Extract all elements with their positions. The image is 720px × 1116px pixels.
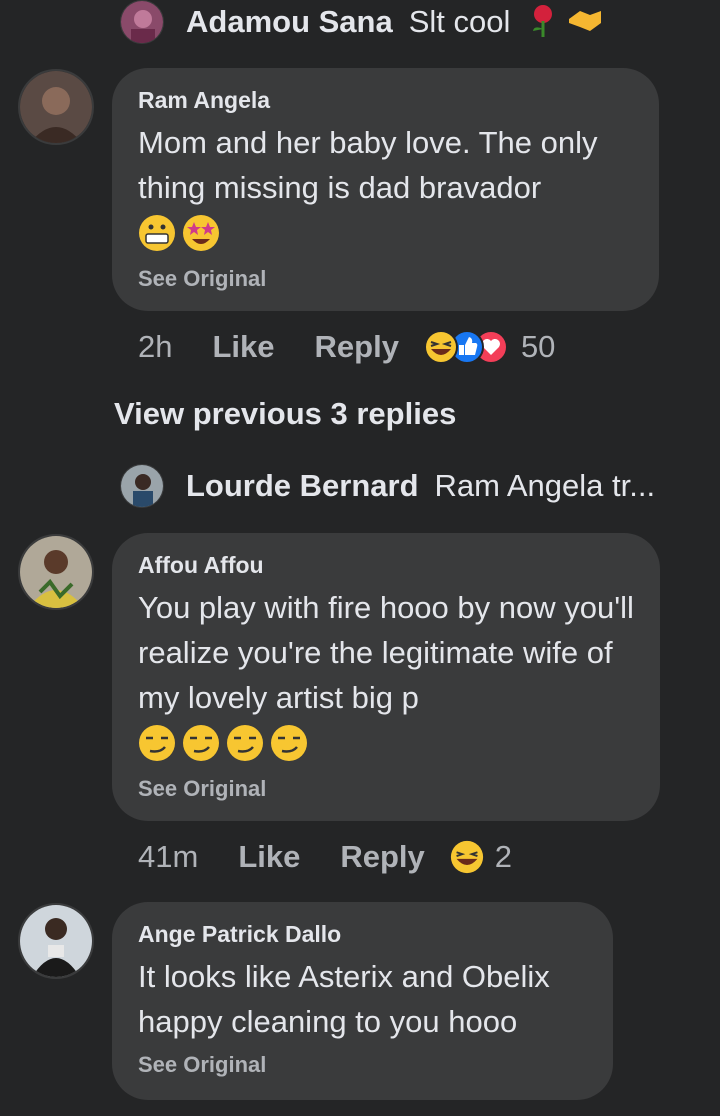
collapsed-reply-mid[interactable]: Lourde Bernard Ram Angela tr... [120, 463, 655, 509]
comment-text: Mom and her baby love. The only thing mi… [138, 125, 598, 205]
comment-bubble: Ange Patrick Dallo It looks like Asterix… [112, 902, 613, 1100]
avatar[interactable] [18, 69, 94, 145]
comment-author[interactable]: Ram Angela [138, 86, 633, 114]
comment-meta: 2h Like Reply 50 [138, 327, 555, 367]
reactions[interactable]: 50 [423, 328, 555, 366]
comment-time: 2h [138, 329, 173, 364]
comment-bubble: Ram Angela Mom and her baby love. The on… [112, 68, 659, 311]
avatar[interactable] [18, 534, 94, 610]
comment-bubble: Affou Affou You play with fire hooo by n… [112, 533, 660, 821]
like-button[interactable]: Like [238, 839, 300, 875]
see-original-link[interactable]: See Original [138, 776, 634, 802]
grimace-icon [139, 215, 175, 251]
star-struck-icon [183, 215, 219, 251]
avatar[interactable] [120, 0, 164, 44]
reply-button[interactable]: Reply [315, 329, 399, 365]
like-button[interactable]: Like [212, 329, 274, 365]
smirk-icon [183, 725, 219, 761]
handshake-icon [566, 1, 604, 44]
see-original-link[interactable]: See Original [138, 266, 633, 292]
haha-icon [423, 330, 458, 364]
rose-icon [524, 1, 562, 44]
see-original-link[interactable]: See Original [138, 1052, 587, 1078]
smirk-icon [227, 725, 263, 761]
commenter-name[interactable]: Lourde Bernard [186, 468, 419, 504]
avatar[interactable] [18, 903, 94, 979]
comment-time: 41m [138, 839, 199, 874]
smirk-icon [139, 725, 175, 761]
commenter-name[interactable]: Adamou Sana [186, 4, 393, 40]
comment-emojis [138, 214, 633, 252]
view-previous-replies-link[interactable]: View previous 3 replies [114, 396, 456, 432]
comment-author[interactable]: Ange Patrick Dallo [138, 920, 587, 948]
reply-preview-text: Slt cool [408, 4, 511, 39]
comment-text: You play with fire hooo by now you'll re… [138, 590, 634, 715]
reaction-count: 2 [494, 839, 513, 874]
comment-emojis [138, 724, 634, 762]
comment-author[interactable]: Affou Affou [138, 551, 634, 579]
haha-icon [450, 840, 483, 874]
collapsed-reply-top[interactable]: Adamou Sana Slt cool [120, 0, 604, 44]
reactions[interactable]: 2 [449, 839, 512, 875]
reply-preview-text: Ram Angela tr... [434, 468, 656, 503]
reply-button[interactable]: Reply [340, 839, 424, 875]
comment-text: It looks like Asterix and Obelix happy c… [138, 959, 550, 1039]
avatar[interactable] [120, 464, 164, 508]
comment-meta: 41m Like Reply 2 [138, 837, 512, 877]
smirk-icon [271, 725, 307, 761]
reaction-count: 50 [520, 329, 556, 364]
